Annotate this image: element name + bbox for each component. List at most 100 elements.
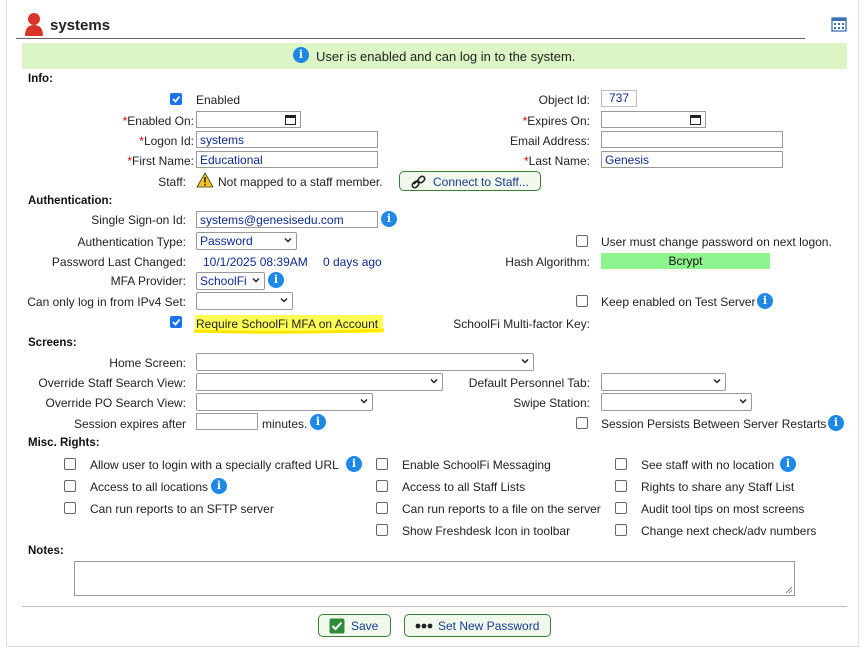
mfa-provider-label: MFA Provider: — [110, 274, 186, 288]
user-icon — [25, 13, 43, 36]
personnel-tab-select[interactable] — [601, 373, 726, 391]
all-locations-info-icon[interactable]: i — [211, 478, 227, 494]
enabled-label: Enabled — [196, 93, 241, 107]
misc-right-checkbox[interactable] — [376, 502, 388, 514]
sso-label: Single Sign-on Id: — [91, 213, 186, 227]
section-authentication: Authentication: — [28, 195, 113, 207]
first-name-input[interactable]: Educational — [196, 151, 378, 168]
resize-handle-icon[interactable] — [785, 586, 793, 594]
misc-right-checkbox[interactable] — [64, 480, 76, 492]
password-changed-value: 10/1/2025 08:39AM — [203, 255, 308, 269]
section-info: Info: — [28, 73, 53, 85]
no-location-info-icon[interactable]: i — [780, 456, 796, 472]
session-persists-info-icon[interactable]: i — [828, 415, 844, 431]
session-expires-label: Session expires after — [73, 417, 186, 431]
warning-icon — [196, 172, 214, 188]
misc-right-label: See staff with no location — [641, 458, 775, 472]
mfa-provider-select[interactable]: SchoolFi — [196, 272, 265, 290]
password-changed-label: Password Last Changed: — [51, 255, 186, 269]
last-name-label: *Last Name: — [523, 154, 590, 168]
keep-enabled-checkbox[interactable] — [576, 295, 588, 307]
require-mfa-checkbox[interactable] — [170, 316, 182, 328]
hash-algorithm-label: Hash Algorithm: — [505, 255, 590, 269]
connect-to-staff-button[interactable]: Connect to Staff... — [399, 171, 541, 191]
misc-right-label: Enable SchoolFi Messaging — [402, 458, 551, 472]
swipe-station-label: Swipe Station: — [513, 396, 590, 410]
crafted-url-info-icon[interactable]: i — [346, 456, 362, 472]
link-icon — [411, 175, 426, 189]
auth-type-select[interactable]: Password — [196, 232, 297, 250]
email-input[interactable] — [601, 131, 783, 148]
session-persists-checkbox[interactable] — [576, 417, 588, 429]
misc-right-label: Access to all locations — [90, 480, 209, 494]
keep-enabled-label: Keep enabled on Test Server — [601, 295, 756, 309]
minutes-label: minutes. — [262, 417, 308, 431]
home-screen-select[interactable] — [196, 353, 534, 371]
object-id-value: 737 — [601, 90, 637, 107]
password-age-value: 0 days ago — [323, 255, 382, 269]
misc-right-checkbox[interactable] — [376, 524, 388, 536]
last-name-input[interactable]: Genesis — [601, 151, 783, 168]
chevron-down-icon — [739, 398, 747, 404]
logon-id-input[interactable]: systems — [196, 131, 378, 148]
misc-right-label: Allow user to login with a specially cra… — [90, 458, 339, 472]
enabled-checkbox[interactable] — [170, 93, 182, 105]
status-notice-text: User is enabled and can log in to the sy… — [316, 49, 576, 64]
mfa-key-label: SchoolFi Multi-factor Key: — [453, 317, 590, 331]
section-notes: Notes: — [28, 545, 64, 557]
session-minutes-input[interactable] — [196, 413, 258, 430]
first-name-label: *First Name: — [127, 154, 194, 168]
misc-right-checkbox[interactable] — [376, 480, 388, 492]
chevron-down-icon — [430, 378, 438, 384]
sso-info-icon[interactable]: i — [381, 211, 397, 227]
main-panel — [6, 0, 859, 647]
notes-textarea[interactable] — [74, 561, 795, 596]
expires-on-date-input[interactable] — [601, 111, 706, 128]
chevron-down-icon — [252, 277, 260, 283]
home-screen-label: Home Screen: — [109, 356, 186, 370]
chevron-down-icon — [360, 398, 368, 404]
info-icon: i — [293, 47, 309, 63]
title-divider — [16, 38, 805, 39]
ipv4-set-select[interactable] — [196, 292, 293, 310]
misc-right-label: Change next check/adv numbers — [641, 524, 817, 538]
object-id-label: Object Id: — [538, 93, 590, 107]
keep-enabled-info-icon[interactable]: i — [757, 293, 773, 309]
staff-status-text: Not mapped to a staff member. — [218, 175, 383, 189]
mfa-info-icon[interactable]: i — [268, 272, 284, 288]
must-change-password-checkbox[interactable] — [576, 235, 588, 247]
set-new-password-button[interactable]: Set New Password — [404, 614, 551, 637]
po-search-view-label: Override PO Search View: — [45, 396, 186, 410]
swipe-station-select[interactable] — [601, 393, 752, 411]
sso-input[interactable]: systems@genesisedu.com — [196, 211, 378, 228]
misc-right-checkbox[interactable] — [376, 458, 388, 470]
calendar-picker-icon[interactable] — [690, 114, 701, 125]
misc-right-checkbox[interactable] — [615, 502, 627, 514]
session-info-icon[interactable]: i — [310, 414, 326, 430]
calendar-icon[interactable] — [831, 16, 847, 32]
misc-right-checkbox[interactable] — [615, 480, 627, 492]
chevron-down-icon — [521, 358, 529, 364]
misc-right-checkbox[interactable] — [615, 524, 627, 536]
connect-to-staff-label: Connect to Staff... — [433, 175, 529, 189]
staff-search-view-select[interactable] — [196, 373, 443, 391]
session-persists-label: Session Persists Between Server Restarts — [601, 417, 827, 431]
enabled-on-date-input[interactable] — [196, 111, 301, 128]
save-button[interactable]: Save — [318, 614, 391, 637]
mfa-provider-value: SchoolFi — [200, 274, 247, 288]
page-title: systems — [50, 17, 111, 34]
auth-type-value: Password — [200, 234, 253, 248]
email-label: Email Address: — [509, 134, 590, 148]
enabled-on-label: *Enabled On: — [122, 114, 194, 128]
misc-right-checkbox[interactable] — [615, 458, 627, 470]
footer-divider — [22, 606, 847, 607]
staff-label: Staff: — [158, 175, 186, 189]
hash-algorithm-value: Bcrypt — [601, 253, 770, 269]
po-search-view-select[interactable] — [196, 393, 373, 411]
misc-right-checkbox[interactable] — [64, 458, 76, 470]
personnel-tab-label: Default Personnel Tab: — [468, 376, 590, 390]
calendar-picker-icon[interactable] — [285, 114, 296, 125]
auth-type-label: Authentication Type: — [77, 235, 186, 249]
misc-right-checkbox[interactable] — [64, 502, 76, 514]
misc-right-label: Audit tool tips on most screens — [641, 502, 805, 516]
